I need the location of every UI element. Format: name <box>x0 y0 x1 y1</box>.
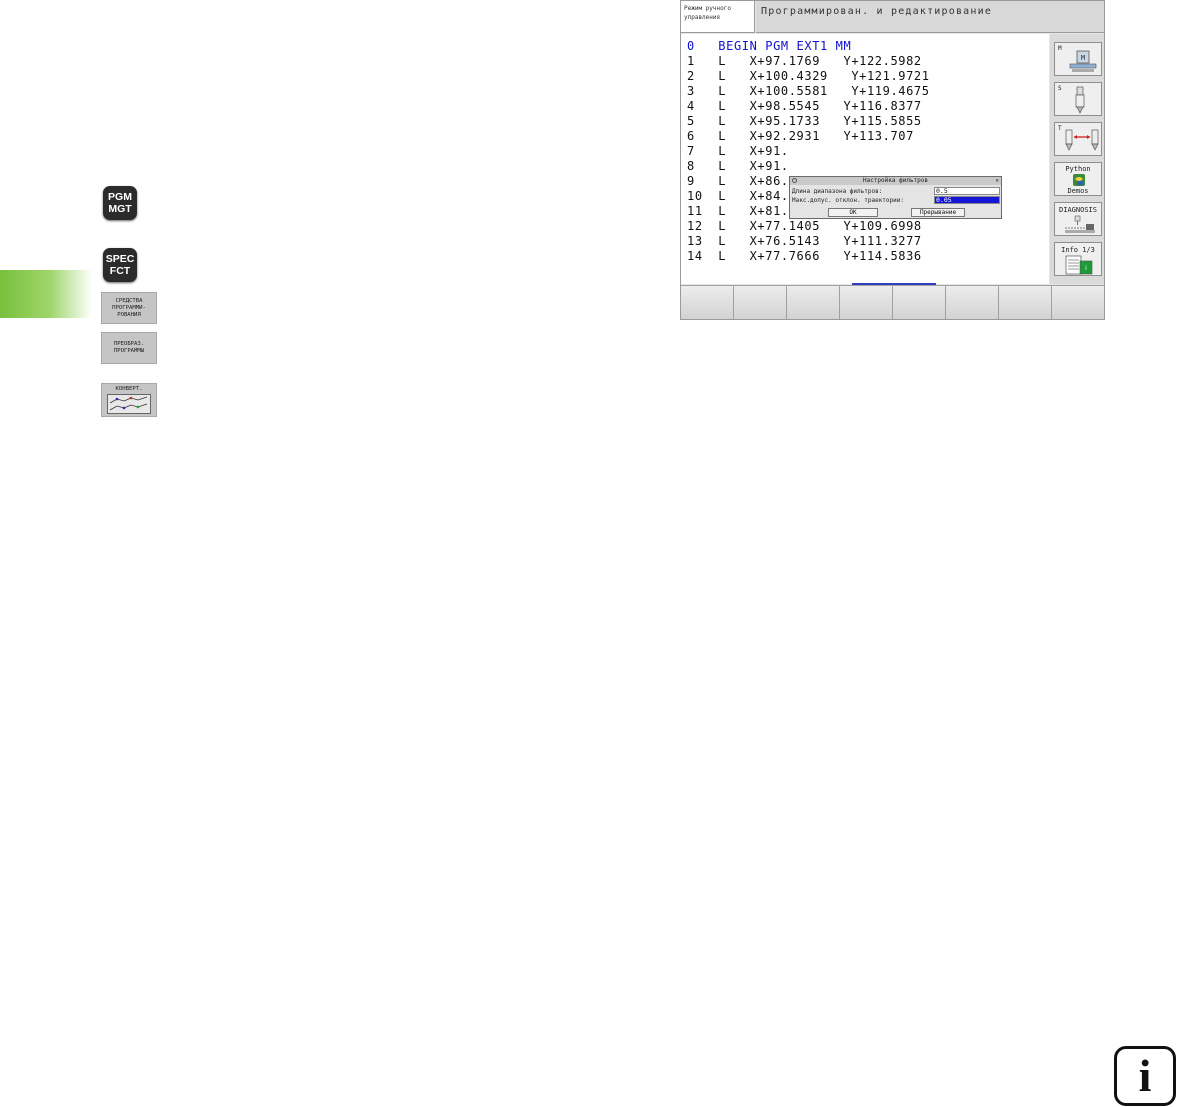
program-line[interactable]: 0 BEGIN PGM EXT1 MM <box>687 39 851 53</box>
info-badge: i <box>1114 1046 1176 1106</box>
program-line[interactable]: 9 L X+86. <box>687 174 789 188</box>
path-smoothing-icon <box>107 394 151 414</box>
t-label: T <box>1058 125 1062 132</box>
convert-program-softkey[interactable]: ПРЕОБРАЗ. ПРОГРАММЫ <box>101 332 157 364</box>
spec-fct-key-line2: FCT <box>109 265 131 277</box>
programming-mode-title: Программирован. и редактирование <box>756 1 1104 33</box>
machine-mode-header[interactable]: Режим ручного управления <box>681 1 755 33</box>
softkey-slot[interactable] <box>681 285 734 319</box>
program-line[interactable]: 14 L X+77.7666 Y+114.5836 <box>687 249 922 263</box>
s-label: S <box>1058 85 1062 92</box>
cancel-button[interactable]: Прерывание <box>911 208 965 217</box>
softkey-line: КОНВЕРТ. <box>115 386 143 392</box>
program-line[interactable]: 6 L X+92.2931 Y+113.707 <box>687 129 914 143</box>
softkey-row <box>681 285 1104 319</box>
softkey-slot[interactable] <box>734 285 787 319</box>
program-line[interactable]: 4 L X+98.5545 Y+116.8377 <box>687 99 922 113</box>
m-function-button[interactable]: M M <box>1054 42 1102 76</box>
tnc-screen: Режим ручного управления Программирован.… <box>680 0 1105 320</box>
pgm-mgt-key-line1: PGM <box>108 191 132 203</box>
softkey-slot[interactable] <box>999 285 1052 319</box>
program-line[interactable]: 13 L X+76.5143 Y+111.3277 <box>687 234 922 248</box>
softkey-line: ПРОГРАММЫ <box>113 348 145 354</box>
softkey-slot[interactable] <box>893 285 946 319</box>
python-label: Python <box>1065 165 1091 173</box>
diagnosis-icon <box>1065 215 1095 233</box>
filter-range-input[interactable]: 0.5 <box>934 187 1000 195</box>
program-line[interactable]: 2 L X+100.4329 Y+121.9721 <box>687 69 930 83</box>
program-line[interactable]: 12 L X+77.1405 Y+109.6998 <box>687 219 922 233</box>
close-icon[interactable]: ✕ <box>995 177 999 185</box>
python-demos-button[interactable]: Python Demos <box>1054 162 1102 196</box>
status-sidebar: M M S T Python Demos DIAGNOSIS Info 1/3 … <box>1050 34 1104 284</box>
softkey-line: ПРЕОБРАЗ. <box>113 341 145 347</box>
m-label: M <box>1058 45 1062 52</box>
path-tolerance-input[interactable]: 0.05 <box>934 196 1000 204</box>
dialog-app-icon <box>792 178 797 183</box>
program-line[interactable]: 3 L X+100.5581 Y+119.4675 <box>687 84 930 98</box>
diagnosis-label: DIAGNOSIS <box>1059 206 1097 214</box>
mode-line: Режим ручного <box>684 5 731 12</box>
program-listing[interactable]: 0 BEGIN PGM EXT1 MM 1 L X+97.1769 Y+122.… <box>681 34 1049 284</box>
softkey-slot[interactable] <box>787 285 840 319</box>
s-spindle-button[interactable]: S <box>1054 82 1102 116</box>
dialog-title-bar: Настройка фильтров ✕ <box>790 177 1001 185</box>
python-icon <box>1073 174 1085 186</box>
path-tolerance-label: Макс.допус. отклон. траектории: <box>792 197 904 204</box>
program-line[interactable]: 1 L X+97.1769 Y+122.5982 <box>687 54 922 68</box>
softkey-slot[interactable] <box>840 285 893 319</box>
spec-fct-key[interactable]: SPEC FCT <box>103 248 137 282</box>
softkey-slot[interactable] <box>946 285 999 319</box>
convert-softkey[interactable]: КОНВЕРТ. <box>101 383 157 417</box>
t-tool-button[interactable]: T <box>1054 122 1102 156</box>
filter-range-label: Длина диапазона фильтров: <box>792 188 883 195</box>
pgm-mgt-key-line2: MGT <box>108 203 132 215</box>
spindle-m-icon: M <box>1069 50 1097 72</box>
softkey-slot[interactable] <box>1052 285 1104 319</box>
demos-label: Demos <box>1067 187 1089 195</box>
info-document-icon: i <box>1065 255 1093 275</box>
ok-button[interactable]: OK <box>828 208 878 217</box>
spec-fct-key-line1: SPEC <box>105 253 135 265</box>
dialog-title: Настройка фильтров <box>862 177 929 184</box>
tool-s-icon <box>1075 86 1085 114</box>
tool-change-icon <box>1065 129 1099 151</box>
softkey-line: СРЕДСТВА <box>115 297 143 304</box>
info-button[interactable]: Info 1/3 i <box>1054 242 1102 276</box>
program-line[interactable]: 8 L X+91. <box>687 159 789 173</box>
svg-text:M: M <box>1081 54 1085 62</box>
diagnosis-button[interactable]: DIAGNOSIS <box>1054 202 1102 236</box>
mode-line: управления <box>684 14 721 21</box>
info-label: Info 1/3 <box>1061 246 1095 254</box>
program-line[interactable]: 5 L X+95.1733 Y+115.5855 <box>687 114 922 128</box>
info-glyph: i <box>1138 1050 1152 1101</box>
softkey-line: РОВАНИЯ <box>117 311 141 318</box>
pgm-mgt-key[interactable]: PGM MGT <box>103 186 137 220</box>
softkey-line: ПРОГРАММИ- <box>112 304 146 311</box>
program-line[interactable]: 7 L X+91. <box>687 144 789 158</box>
filter-settings-dialog: Настройка фильтров ✕ Длина диапазона фил… <box>789 176 1002 219</box>
programming-aids-softkey[interactable]: СРЕДСТВА ПРОГРАММИ- РОВАНИЯ <box>101 292 157 324</box>
chapter-tab <box>0 270 92 318</box>
